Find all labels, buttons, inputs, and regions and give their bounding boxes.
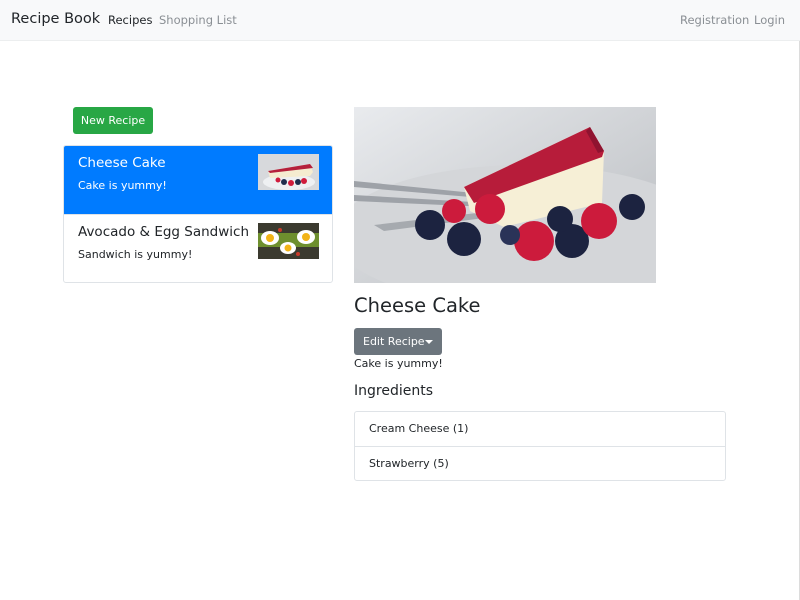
cheesecake-photo: [354, 107, 656, 283]
sandwich-thumbnail: [258, 223, 319, 259]
brand-link[interactable]: Recipe Book: [11, 11, 100, 27]
cheesecake-thumbnail: [258, 154, 319, 190]
recipe-name: Cheese Cake: [78, 155, 166, 171]
nav-shopping-list[interactable]: Shopping List: [159, 13, 237, 27]
edit-recipe-label: Edit Recipe: [363, 335, 425, 348]
recipe-list: Cheese Cake Cake is yummy! Avocado & Egg…: [63, 145, 333, 283]
recipe-description: Sandwich is yummy!: [78, 248, 193, 261]
new-recipe-button[interactable]: New Recipe: [73, 107, 153, 134]
ingredient-item[interactable]: Strawberry (5): [355, 446, 725, 480]
edit-recipe-dropdown-button[interactable]: Edit Recipe: [354, 328, 442, 355]
recipe-detail-description: Cake is yummy!: [354, 357, 443, 370]
recipe-list-item[interactable]: Avocado & Egg Sandwich Sandwich is yummy…: [64, 214, 332, 282]
ingredient-item[interactable]: Cream Cheese (1): [355, 412, 725, 446]
nav-recipes[interactable]: Recipes: [108, 13, 152, 27]
ingredients-heading: Ingredients: [354, 383, 433, 399]
recipe-list-item[interactable]: Cheese Cake Cake is yummy!: [64, 146, 332, 214]
app-viewport: Recipe Book Recipes Shopping List Regist…: [0, 0, 800, 600]
recipe-description: Cake is yummy!: [78, 179, 167, 192]
ingredients-list: Cream Cheese (1) Strawberry (5): [354, 411, 726, 481]
nav-registration[interactable]: Registration: [680, 13, 749, 27]
recipe-name: Avocado & Egg Sandwich: [78, 224, 250, 240]
nav-login[interactable]: Login: [754, 13, 785, 27]
navbar: Recipe Book Recipes Shopping List Regist…: [0, 0, 800, 41]
recipe-detail-title: Cheese Cake: [354, 294, 481, 317]
caret-down-icon: [425, 340, 433, 344]
